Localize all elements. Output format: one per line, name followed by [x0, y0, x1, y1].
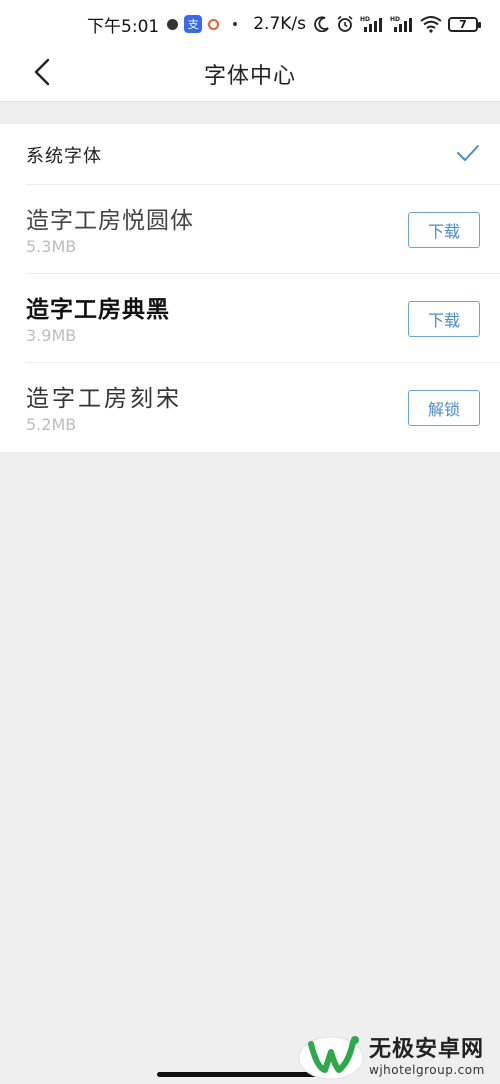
status-bar: 下午5:01 支 2.7K/s HD HD 7 — [0, 0, 500, 48]
watermark: 无极安卓网 wjhotelgroup.com — [297, 1028, 497, 1080]
font-item-kesong: 造字工房刻宋 5.2MB 解锁 — [26, 363, 500, 452]
font-name: 系统字体 — [26, 146, 102, 167]
signal1-label: HD — [360, 16, 370, 23]
font-file-size: 3.9MB — [26, 326, 77, 345]
alarm-icon — [336, 15, 354, 33]
font-name: 造字工房刻宋 — [26, 386, 182, 412]
wifi-icon — [420, 15, 442, 33]
unlock-button[interactable]: 解锁 — [408, 390, 480, 426]
checkmark-icon — [456, 144, 480, 166]
font-name: 造字工房典黑 — [26, 297, 170, 323]
navigation-bar: 字体中心 — [0, 48, 500, 102]
more-notifications-dot-icon — [233, 22, 238, 26]
font-item-yueyuan: 造字工房悦圆体 5.3MB 下载 — [26, 185, 500, 274]
network-speed: 2.7K/s — [253, 14, 306, 34]
download-button[interactable]: 下载 — [408, 301, 480, 337]
download-button[interactable]: 下载 — [408, 212, 480, 248]
status-time: 下午5:01 — [87, 16, 160, 37]
moon-icon — [314, 16, 330, 32]
watermark-title: 无极安卓网 — [369, 1037, 485, 1062]
font-name: 造字工房悦圆体 — [26, 208, 194, 234]
page-title: 字体中心 — [203, 64, 296, 89]
font-item-system[interactable]: 系统字体 — [26, 124, 500, 185]
font-list: 系统字体 造字工房悦圆体 5.3MB 下载 造字工房典黑 3.9MB 下载 造字… — [0, 124, 500, 452]
notification-ring-icon — [208, 18, 220, 30]
battery-icon: 7 — [448, 16, 481, 32]
font-item-dianhei: 造字工房典黑 3.9MB 下载 — [26, 274, 500, 363]
watermark-logo-icon — [297, 1028, 365, 1080]
notification-dot-icon — [167, 18, 179, 30]
font-file-size: 5.3MB — [26, 237, 77, 256]
font-file-size: 5.2MB — [26, 415, 77, 434]
alipay-app-icon: 支 — [184, 15, 203, 33]
watermark-url: wjhotelgroup.com — [369, 1063, 485, 1077]
signal2-label: HD — [390, 16, 400, 23]
signal-hd-icon: HD — [360, 15, 384, 33]
signal-hd-2-icon: HD — [390, 15, 414, 33]
